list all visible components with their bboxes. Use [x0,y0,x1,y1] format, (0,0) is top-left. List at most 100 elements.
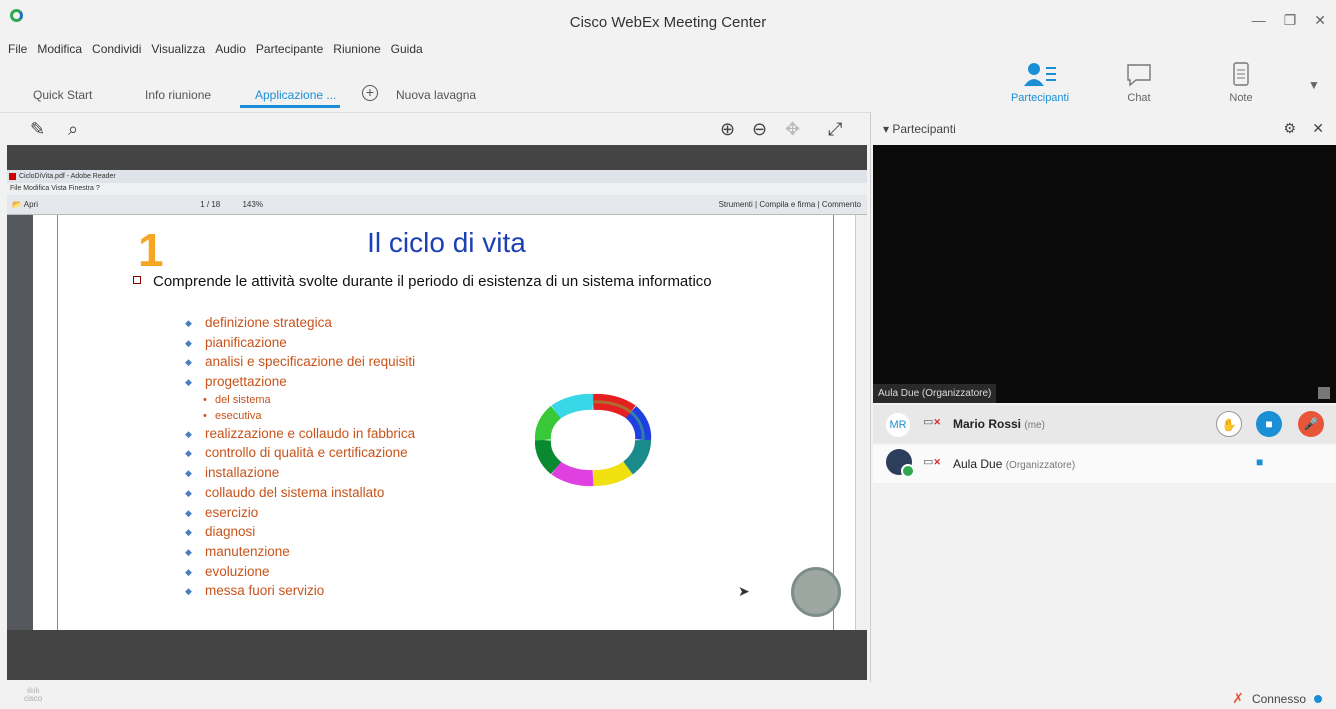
participants-panel-header: ▾ Partecipanti ⚙ ✕ [873,112,1336,144]
panel-tab-notes[interactable]: Note [1196,60,1286,104]
arrow-bullet-icon: ◆ [185,586,192,597]
list-item: ◆ manutenzione [185,543,290,559]
participant-tag: (me) [1024,420,1045,431]
participant-row[interactable]: MR ▭✕ Mario Rossi (me) ✋ ■ 🎤 [873,405,1336,443]
reader-tool-links: Strumenti | Compila e firma | Commento [718,200,861,209]
tab-info-riunione[interactable]: Info riunione [145,88,211,102]
video-participant-label: Aula Due (Organizzatore) [873,384,997,403]
avatar [886,449,915,478]
reader-page-input: 1 [200,200,205,209]
reader-sidebar [7,215,33,630]
life-cycle-diagram [534,393,652,487]
chat-icon [1127,64,1151,87]
avatar: MR [886,413,910,437]
cisco-logo: ılıılı cisco [24,686,43,703]
annotation-toolbar: ✎ ⌕ ⊕ ⊖ ✥ ⤢ [0,112,870,144]
screen-share-icon: ▭✕ [923,456,941,468]
mouse-cursor-icon: ➤ [738,583,750,599]
pan-icon[interactable]: ✥ [785,119,800,140]
fullscreen-icon[interactable]: ⤢ [828,119,842,140]
bullet-square-icon [133,276,141,284]
add-whiteboard-icon[interactable]: + [362,85,378,101]
laser-pointer-icon[interactable]: ⌕ [68,119,78,140]
pen-icon[interactable]: ✎ [30,119,45,140]
reader-zoom: 143% [242,200,263,209]
connection-dot-icon [1314,694,1322,703]
open-folder-icon: 📂 [12,200,22,209]
status-bar: ılıılı cisco ✗ Connesso [0,682,1336,709]
arrow-bullet-icon: ◆ [185,507,192,518]
notes-icon [1233,62,1249,86]
panel-tab-chat[interactable]: Chat [1094,60,1184,104]
list-item: ◆ realizzazione e collaudo in fabbrica [185,425,416,441]
adobe-reader-window: CicloDiVita.pdf - Adobe Reader File Modi… [7,170,867,630]
zoom-in-icon[interactable]: ⊕ [720,119,735,140]
arrow-bullet-icon: ◆ [185,468,192,479]
restore-button[interactable]: ❐ [1284,12,1297,29]
arrow-bullet-icon: ◆ [185,527,192,538]
participants-icon [1024,63,1056,86]
menu-visualizza[interactable]: Visualizza [151,42,205,56]
reader-comment: Commento [821,200,861,209]
video-button[interactable]: ■ [1256,411,1282,437]
gear-icon[interactable]: ⚙ [1283,120,1296,137]
panel-more-dropdown-icon[interactable]: ▼ [1308,78,1320,92]
screen-share-icon: ▭✕ [923,416,941,428]
participants-panel-title[interactable]: ▾ Partecipanti [883,122,956,136]
tab-quick-start[interactable]: Quick Start [33,88,92,102]
menu-riunione[interactable]: Riunione [333,42,380,56]
arrow-bullet-icon: ◆ [185,318,192,328]
list-item: ◆ progettazione [185,374,287,390]
list-item: ◆ evoluzione [185,563,270,579]
arrow-bullet-icon: ◆ [185,546,192,557]
tab-nuova-lavagna[interactable]: Nuova lavagna [396,88,476,102]
tab-applicazione[interactable]: Applicazione ... [255,88,336,102]
mute-button[interactable]: 🎤 [1298,411,1324,437]
slide-title: Il ciclo di vita [367,227,526,258]
minimize-button[interactable]: — [1252,12,1266,29]
close-button[interactable]: ✕ [1314,12,1326,29]
menu-partecipante[interactable]: Partecipante [256,42,323,56]
zoom-out-icon[interactable]: ⊖ [752,119,767,140]
raise-hand-button[interactable]: ✋ [1216,411,1242,437]
window-title: Cisco WebEx Meeting Center [569,14,767,31]
reader-titlebar: CicloDiVita.pdf - Adobe Reader [7,170,867,183]
participant-tag: (Organizzatore) [1005,460,1076,471]
close-panel-icon[interactable]: ✕ [1312,120,1324,137]
reader-sign: Compila e firma [759,200,816,209]
shared-screen: CicloDiVita.pdf - Adobe Reader File Modi… [7,145,867,680]
menu-bar: File Modifica Condividi Visualizza Audio… [8,42,423,56]
mic-muted-icon[interactable]: ✗ [1232,690,1244,707]
arrow-bullet-icon: ◆ [185,487,192,498]
list-item: ◆ definizione strategica [185,315,332,330]
list-item: ◆ messa fuori servizio [185,583,325,599]
reader-scrollbar [855,215,867,630]
title-bar: Cisco WebEx Meeting Center — ❐ ✕ [0,0,1336,40]
panel-tab-chat-label: Chat [1127,92,1151,104]
video-expand-icon[interactable] [1318,387,1330,399]
menu-audio[interactable]: Audio [215,42,246,56]
list-item: ◆ collaudo del sistema installato [185,484,385,500]
menu-file[interactable]: File [8,42,27,56]
video-panel: Aula Due (Organizzatore) [873,145,1336,403]
presenter-overlay-icon [791,567,841,617]
arrow-bullet-icon: ◆ [185,428,192,439]
participant-name: Aula Due [953,457,1003,471]
reader-toolbar: 📂 Apri 1 / 18 143% Strumenti | Compila e… [7,195,867,215]
panel-tab-participants[interactable]: Partecipanti [995,60,1085,104]
active-tab-indicator [240,105,340,108]
arrow-bullet-icon: ◆ [185,566,192,577]
participant-row[interactable]: ▭✕ Aula Due (Organizzatore) ■ [873,445,1336,483]
menu-modifica[interactable]: Modifica [37,42,82,56]
pdf-icon [9,173,16,180]
menu-guida[interactable]: Guida [391,42,423,56]
window-controls: — ❐ ✕ [1252,12,1326,29]
menu-condividi[interactable]: Condividi [92,42,141,56]
sub-list-item: del sistema [185,394,415,410]
list-item: ◆ analisi e specificazione dei requisiti [185,354,416,370]
reader-tools: Strumenti [718,200,753,209]
list-item: ◆ controllo di qualità e certificazione [185,445,408,461]
arrow-bullet-icon: ◆ [185,377,192,388]
arrow-bullet-icon: ◆ [185,448,192,459]
slide-main-bullet: Comprende le attività svolte durante il … [133,273,733,290]
